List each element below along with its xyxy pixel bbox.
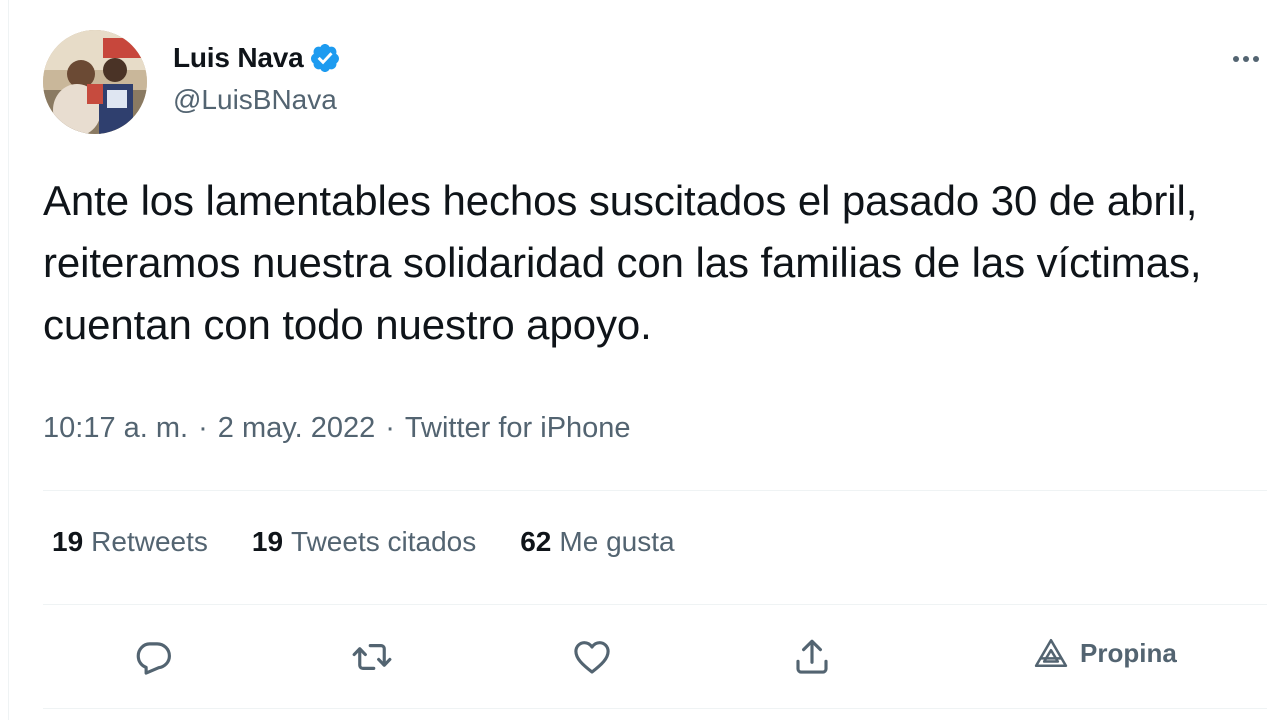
- author-name-row: Luis Nava: [173, 40, 341, 76]
- retweet-button[interactable]: [348, 633, 396, 681]
- tweet-time[interactable]: 10:17 a. m.: [43, 412, 188, 445]
- avatar[interactable]: [43, 30, 147, 134]
- divider: [43, 708, 1267, 709]
- share-icon: [796, 639, 828, 674]
- tweet-card: Luis Nava @LuisBNava Ante los lamentable…: [0, 0, 1280, 720]
- promote-icon: [1034, 638, 1068, 668]
- divider: [43, 604, 1267, 605]
- author-handle[interactable]: @LuisBNava: [173, 84, 337, 116]
- more-options-button[interactable]: [1224, 42, 1268, 76]
- avatar-image: [43, 30, 147, 134]
- stat-count: 19: [251, 526, 284, 557]
- tweet-metadata: 10:17 a. m. · 2 may. 2022 · Twitter for …: [43, 412, 631, 445]
- stat-retweets[interactable]: 19 Retweets: [52, 526, 208, 558]
- more-icon: [1233, 56, 1259, 62]
- reply-button[interactable]: [130, 633, 178, 681]
- divider: [43, 490, 1267, 491]
- stat-label: Me gusta: [559, 526, 675, 557]
- stat-quote-tweets[interactable]: 19 Tweets citados: [252, 526, 476, 558]
- stat-likes[interactable]: 62 Me gusta: [520, 526, 674, 558]
- stat-label: Tweets citados: [291, 526, 477, 557]
- meta-separator: ·: [198, 412, 208, 444]
- reply-icon: [136, 642, 171, 675]
- like-button[interactable]: [568, 633, 616, 681]
- stat-label: Retweets: [91, 526, 208, 557]
- promote-label: Propina: [1080, 637, 1177, 668]
- stat-count: 62: [520, 526, 552, 557]
- promote-button[interactable]: Propina: [1034, 635, 1177, 671]
- engagement-stats: 19 Retweets 19 Tweets citados 62 Me gust…: [52, 526, 719, 558]
- tweet-text: Ante los lamentables hechos suscitados e…: [43, 177, 1202, 348]
- tweet-date[interactable]: 2 may. 2022: [218, 412, 375, 445]
- author-display-name[interactable]: Luis Nava: [173, 42, 304, 74]
- heart-icon: [574, 641, 610, 674]
- share-button[interactable]: [788, 633, 836, 681]
- tweet-source[interactable]: Twitter for iPhone: [405, 412, 631, 445]
- verified-badge-icon: [309, 42, 341, 74]
- retweet-icon: [352, 644, 392, 670]
- meta-separator: ·: [385, 412, 395, 444]
- stat-count: 19: [52, 526, 84, 557]
